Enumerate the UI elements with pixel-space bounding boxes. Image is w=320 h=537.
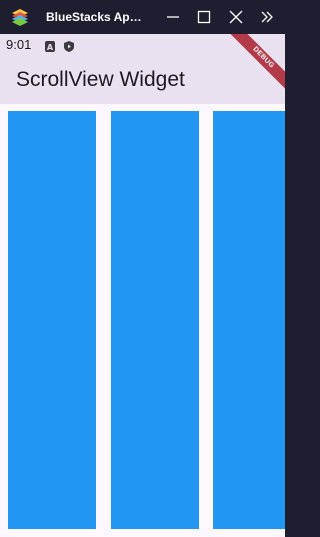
scroll-panel [213, 111, 285, 529]
app-screen: 9:01 A ScrollView Widget DEBUG [0, 34, 285, 537]
maximize-icon[interactable] [196, 9, 212, 25]
app-bar: ScrollView Widget [0, 56, 285, 104]
bluestacks-logo-icon [10, 7, 30, 27]
scroll-panel [8, 111, 96, 529]
svg-text:A: A [47, 43, 54, 52]
expand-sidebar-icon[interactable] [259, 9, 275, 25]
window-title: BlueStacks Ap… [46, 10, 142, 24]
close-icon[interactable] [228, 9, 244, 25]
status-time: 9:01 [6, 37, 32, 52]
window-titlebar: BlueStacks Ap… [0, 0, 285, 34]
minimize-icon[interactable] [165, 9, 181, 25]
page-title: ScrollView Widget [16, 68, 185, 91]
horizontal-scroll-view[interactable] [0, 111, 285, 529]
shield-play-icon [64, 39, 74, 52]
a-notification-icon: A [45, 39, 55, 52]
scroll-panel [111, 111, 199, 529]
